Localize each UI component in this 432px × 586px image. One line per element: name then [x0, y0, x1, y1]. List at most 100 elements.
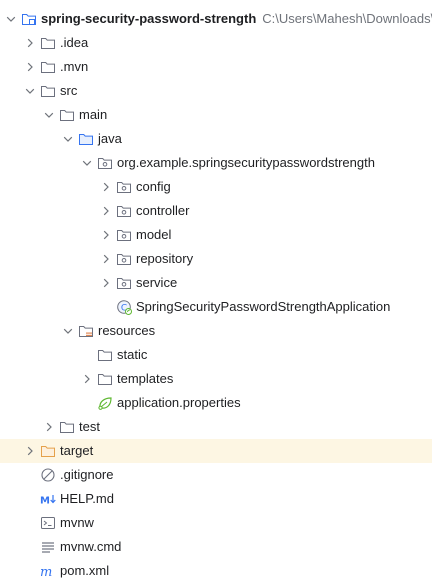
tree-item-model[interactable]: model — [0, 223, 432, 247]
item-name: mvnw.cmd — [60, 539, 122, 554]
tree-item-label: application.properties — [117, 395, 241, 411]
item-name: service — [136, 275, 178, 290]
folder-icon — [59, 419, 75, 435]
tree-item-java[interactable]: java — [0, 127, 432, 151]
tree-item-mvn[interactable]: .mvn — [0, 55, 432, 79]
item-name: main — [79, 107, 108, 122]
tree-item-static[interactable]: static — [0, 343, 432, 367]
tree-item-label: resources — [98, 323, 155, 339]
item-name: src — [60, 83, 78, 98]
tree-item-mvnw[interactable]: mvnw — [0, 511, 432, 535]
tree-item-target[interactable]: target — [0, 439, 432, 463]
package-icon — [116, 251, 132, 267]
tree-item-label: HELP.md — [60, 491, 114, 507]
item-name: templates — [117, 371, 174, 386]
project-path: C:\Users\Mahesh\Downloads\spring-securit… — [262, 11, 432, 26]
package-icon — [116, 179, 132, 195]
item-name: mvnw — [60, 515, 94, 530]
item-name: HELP.md — [60, 491, 114, 506]
tree-item-templates[interactable]: templates — [0, 367, 432, 391]
chevron-right-icon[interactable] — [24, 445, 36, 457]
chevron-down-icon[interactable] — [62, 133, 74, 145]
tree-item-label: .mvn — [60, 59, 88, 75]
tree-item-label: spring-security-password-strength C:\User… — [41, 11, 432, 27]
tree-item-label: .gitignore — [60, 467, 113, 483]
folder-icon — [40, 35, 56, 51]
package-icon — [116, 275, 132, 291]
tree-item-src[interactable]: src — [0, 79, 432, 103]
chevron-right-icon[interactable] — [100, 229, 112, 241]
folder-icon — [59, 107, 75, 123]
tree-item-spring-security-password-strength[interactable]: spring-security-password-strength C:\User… — [0, 7, 432, 31]
tree-item-label: target — [60, 443, 93, 459]
tree-item-label: static — [117, 347, 147, 363]
chevron-down-icon[interactable] — [5, 13, 17, 25]
item-name: resources — [98, 323, 156, 338]
tree-item-label: pom.xml — [60, 563, 109, 579]
tree-item-label: main — [79, 107, 107, 123]
item-name: repository — [136, 251, 194, 266]
chevron-right-icon[interactable] — [100, 253, 112, 265]
item-name: .mvn — [60, 59, 89, 74]
chevron-right-icon[interactable] — [43, 421, 55, 433]
tree-item-label: src — [60, 83, 77, 99]
item-name: model — [136, 227, 172, 242]
package-icon — [116, 203, 132, 219]
project-module-icon — [21, 11, 37, 27]
spring-properties-icon — [97, 395, 113, 411]
item-name: pom.xml — [60, 563, 110, 578]
excluded-folder-icon — [40, 443, 56, 459]
tree-item-config[interactable]: config — [0, 175, 432, 199]
tree-item-label: controller — [136, 203, 189, 219]
chevron-right-icon[interactable] — [100, 277, 112, 289]
tree-item-gitignore[interactable]: .gitignore — [0, 463, 432, 487]
tree-item-label: repository — [136, 251, 193, 267]
project-tree: spring-security-password-strength C:\User… — [0, 0, 432, 586]
tree-item-mvnw-cmd[interactable]: mvnw.cmd — [0, 535, 432, 559]
chevron-right-icon[interactable] — [81, 373, 93, 385]
tree-item-label: service — [136, 275, 177, 291]
item-name: static — [117, 347, 148, 362]
folder-icon — [40, 83, 56, 99]
shell-script-icon — [40, 515, 56, 531]
item-name: .gitignore — [60, 467, 114, 482]
item-name: .idea — [60, 35, 89, 50]
folder-icon — [97, 371, 113, 387]
tree-item-springsecuritypasswordstrengthapplication[interactable]: C SpringSecurityPasswordStrengthApplicati… — [0, 295, 432, 319]
tree-item-test[interactable]: test — [0, 415, 432, 439]
ignore-file-icon — [40, 467, 56, 483]
chevron-right-icon[interactable] — [24, 37, 36, 49]
item-name: target — [60, 443, 94, 458]
tree-item-label: org.example.springsecuritypasswordstreng… — [117, 155, 375, 171]
source-folder-icon — [78, 131, 94, 147]
tree-item-repository[interactable]: repository — [0, 247, 432, 271]
item-name: org.example.springsecuritypasswordstreng… — [117, 155, 375, 170]
chevron-down-icon[interactable] — [24, 85, 36, 97]
tree-item-label: java — [98, 131, 122, 147]
tree-item-resources[interactable]: resources — [0, 319, 432, 343]
folder-icon — [40, 59, 56, 75]
tree-item-help-md[interactable]: M HELP.md — [0, 487, 432, 511]
chevron-right-icon[interactable] — [100, 205, 112, 217]
chevron-down-icon[interactable] — [81, 157, 93, 169]
chevron-right-icon[interactable] — [24, 61, 36, 73]
text-file-icon — [40, 539, 56, 555]
tree-item-pom-xml[interactable]: m pom.xml — [0, 559, 432, 583]
spring-boot-class-icon: C — [116, 299, 132, 315]
tree-item-main[interactable]: main — [0, 103, 432, 127]
tree-item-service[interactable]: service — [0, 271, 432, 295]
tree-item-label: model — [136, 227, 171, 243]
tree-item-application-properties[interactable]: application.properties — [0, 391, 432, 415]
tree-item-idea[interactable]: .idea — [0, 31, 432, 55]
item-name: test — [79, 419, 100, 434]
item-name: SpringSecurityPasswordStrengthApplicatio… — [136, 299, 391, 314]
package-icon — [97, 155, 113, 171]
tree-item-org-example-springsecuritypasswordstrength[interactable]: org.example.springsecuritypasswordstreng… — [0, 151, 432, 175]
chevron-right-icon[interactable] — [100, 181, 112, 193]
project-name: spring-security-password-strength — [41, 11, 257, 26]
chevron-down-icon[interactable] — [62, 325, 74, 337]
folder-icon — [97, 347, 113, 363]
tree-item-label: mvnw — [60, 515, 94, 531]
tree-item-controller[interactable]: controller — [0, 199, 432, 223]
chevron-down-icon[interactable] — [43, 109, 55, 121]
